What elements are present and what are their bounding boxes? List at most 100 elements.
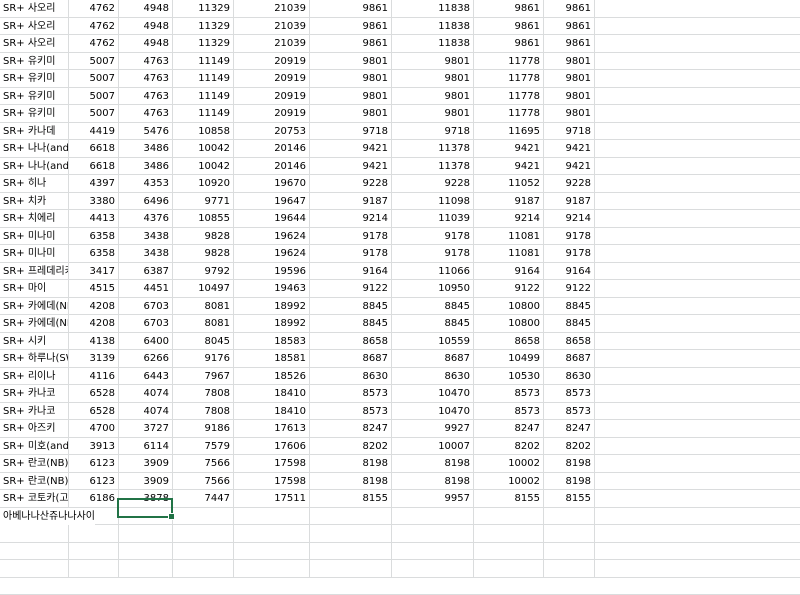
value-cell[interactable]: 5007 [69,105,115,122]
value-cell[interactable]: 10042 [173,158,230,175]
value-cell[interactable]: 9178 [544,245,591,262]
value-cell[interactable]: 18583 [234,333,306,350]
name-cell[interactable]: SR+ 유키미 [0,70,68,87]
value-cell[interactable]: 8198 [544,473,591,490]
value-cell[interactable]: 9178 [310,228,388,245]
value-cell[interactable]: 9861 [310,35,388,52]
value-cell[interactable]: 9421 [474,140,540,157]
value-cell[interactable]: 3909 [119,455,169,472]
value-cell[interactable]: 8573 [544,403,591,420]
name-cell[interactable]: SR+ 유키미 [0,53,68,70]
value-cell[interactable]: 5007 [69,53,115,70]
name-cell[interactable]: SR+ 미호(andr [0,438,68,455]
value-cell[interactable]: 3380 [69,193,115,210]
value-cell[interactable]: 4116 [69,368,115,385]
value-cell[interactable]: 9801 [310,105,388,122]
overflow-text-cell[interactable]: 아베나나산쥬나나사이 [0,508,95,525]
value-cell[interactable]: 9187 [544,193,591,210]
value-cell[interactable]: 21039 [234,35,306,52]
value-cell[interactable]: 9421 [544,158,591,175]
value-cell[interactable]: 19624 [234,228,306,245]
value-cell[interactable]: 19463 [234,280,306,297]
value-cell[interactable]: 10499 [474,350,540,367]
value-cell[interactable]: 9801 [310,53,388,70]
value-cell[interactable]: 9861 [474,0,540,17]
value-cell[interactable]: 18410 [234,403,306,420]
value-cell[interactable]: 4763 [119,53,169,70]
value-cell[interactable]: 4208 [69,315,115,332]
value-cell[interactable]: 9187 [310,193,388,210]
name-cell[interactable]: SR+ 리이나 [0,368,68,385]
value-cell[interactable]: 8202 [310,438,388,455]
value-cell[interactable]: 20753 [234,123,306,140]
selected-cell[interactable] [117,498,175,520]
value-cell[interactable]: 9214 [310,210,388,227]
value-cell[interactable]: 11778 [474,70,540,87]
value-cell[interactable]: 4700 [69,420,115,437]
value-cell[interactable]: 9178 [544,228,591,245]
value-cell[interactable]: 19647 [234,193,306,210]
value-cell[interactable]: 4376 [119,210,169,227]
value-cell[interactable]: 20919 [234,88,306,105]
value-cell[interactable]: 9801 [392,53,470,70]
value-cell[interactable]: 9164 [474,263,540,280]
name-cell[interactable]: SR+ 프레데리카 [0,263,68,280]
value-cell[interactable]: 6123 [69,473,115,490]
value-cell[interactable]: 4074 [119,403,169,420]
value-cell[interactable]: 9801 [392,88,470,105]
value-cell[interactable]: 17598 [234,473,306,490]
value-cell[interactable]: 11081 [474,228,540,245]
value-cell[interactable]: 9861 [544,0,591,17]
value-cell[interactable]: 19644 [234,210,306,227]
value-cell[interactable]: 9228 [544,175,591,192]
name-cell[interactable]: SR+ 나나(andr [0,158,68,175]
name-cell[interactable]: SR+ 사오리 [0,0,68,17]
name-cell[interactable]: SR+ 카나코 [0,403,68,420]
value-cell[interactable]: 8198 [544,455,591,472]
value-cell[interactable]: 9792 [173,263,230,280]
value-cell[interactable]: 11778 [474,88,540,105]
value-cell[interactable]: 5007 [69,70,115,87]
name-cell[interactable]: SR+ 카나데 [0,123,68,140]
value-cell[interactable]: 10950 [392,280,470,297]
value-cell[interactable]: 3438 [119,245,169,262]
name-cell[interactable]: SR+ 치카 [0,193,68,210]
value-cell[interactable]: 8845 [310,298,388,315]
name-cell[interactable]: SR+ 히나 [0,175,68,192]
value-cell[interactable]: 8198 [392,455,470,472]
value-cell[interactable]: 6358 [69,228,115,245]
value-cell[interactable]: 6114 [119,438,169,455]
value-cell[interactable]: 9187 [474,193,540,210]
value-cell[interactable]: 9122 [544,280,591,297]
value-cell[interactable]: 18410 [234,385,306,402]
value-cell[interactable]: 18581 [234,350,306,367]
value-cell[interactable]: 4763 [119,70,169,87]
value-cell[interactable]: 7967 [173,368,230,385]
value-cell[interactable]: 8658 [474,333,540,350]
value-cell[interactable]: 9801 [310,88,388,105]
value-cell[interactable]: 10800 [474,298,540,315]
value-cell[interactable]: 11149 [173,105,230,122]
value-cell[interactable]: 17511 [234,490,306,507]
value-cell[interactable]: 6387 [119,263,169,280]
value-cell[interactable]: 9186 [173,420,230,437]
value-cell[interactable]: 4413 [69,210,115,227]
spreadsheet-grid[interactable]: SR+ 사오리 4762 4948 11329 21039 9861 11838 9861 98… [0,0,800,595]
value-cell[interactable]: 7579 [173,438,230,455]
value-cell[interactable]: 10470 [392,403,470,420]
value-cell[interactable]: 9421 [544,140,591,157]
value-cell[interactable]: 4948 [119,35,169,52]
value-cell[interactable]: 9421 [310,140,388,157]
value-cell[interactable]: 10920 [173,175,230,192]
value-cell[interactable]: 9861 [544,18,591,35]
value-cell[interactable]: 11098 [392,193,470,210]
value-cell[interactable]: 9178 [392,245,470,262]
value-cell[interactable]: 20146 [234,140,306,157]
name-cell[interactable]: SR+ 카나코 [0,385,68,402]
value-cell[interactable]: 8155 [474,490,540,507]
value-cell[interactable]: 11329 [173,0,230,17]
value-cell[interactable]: 17613 [234,420,306,437]
value-cell[interactable]: 20146 [234,158,306,175]
value-cell[interactable]: 11778 [474,53,540,70]
value-cell[interactable]: 8198 [392,473,470,490]
